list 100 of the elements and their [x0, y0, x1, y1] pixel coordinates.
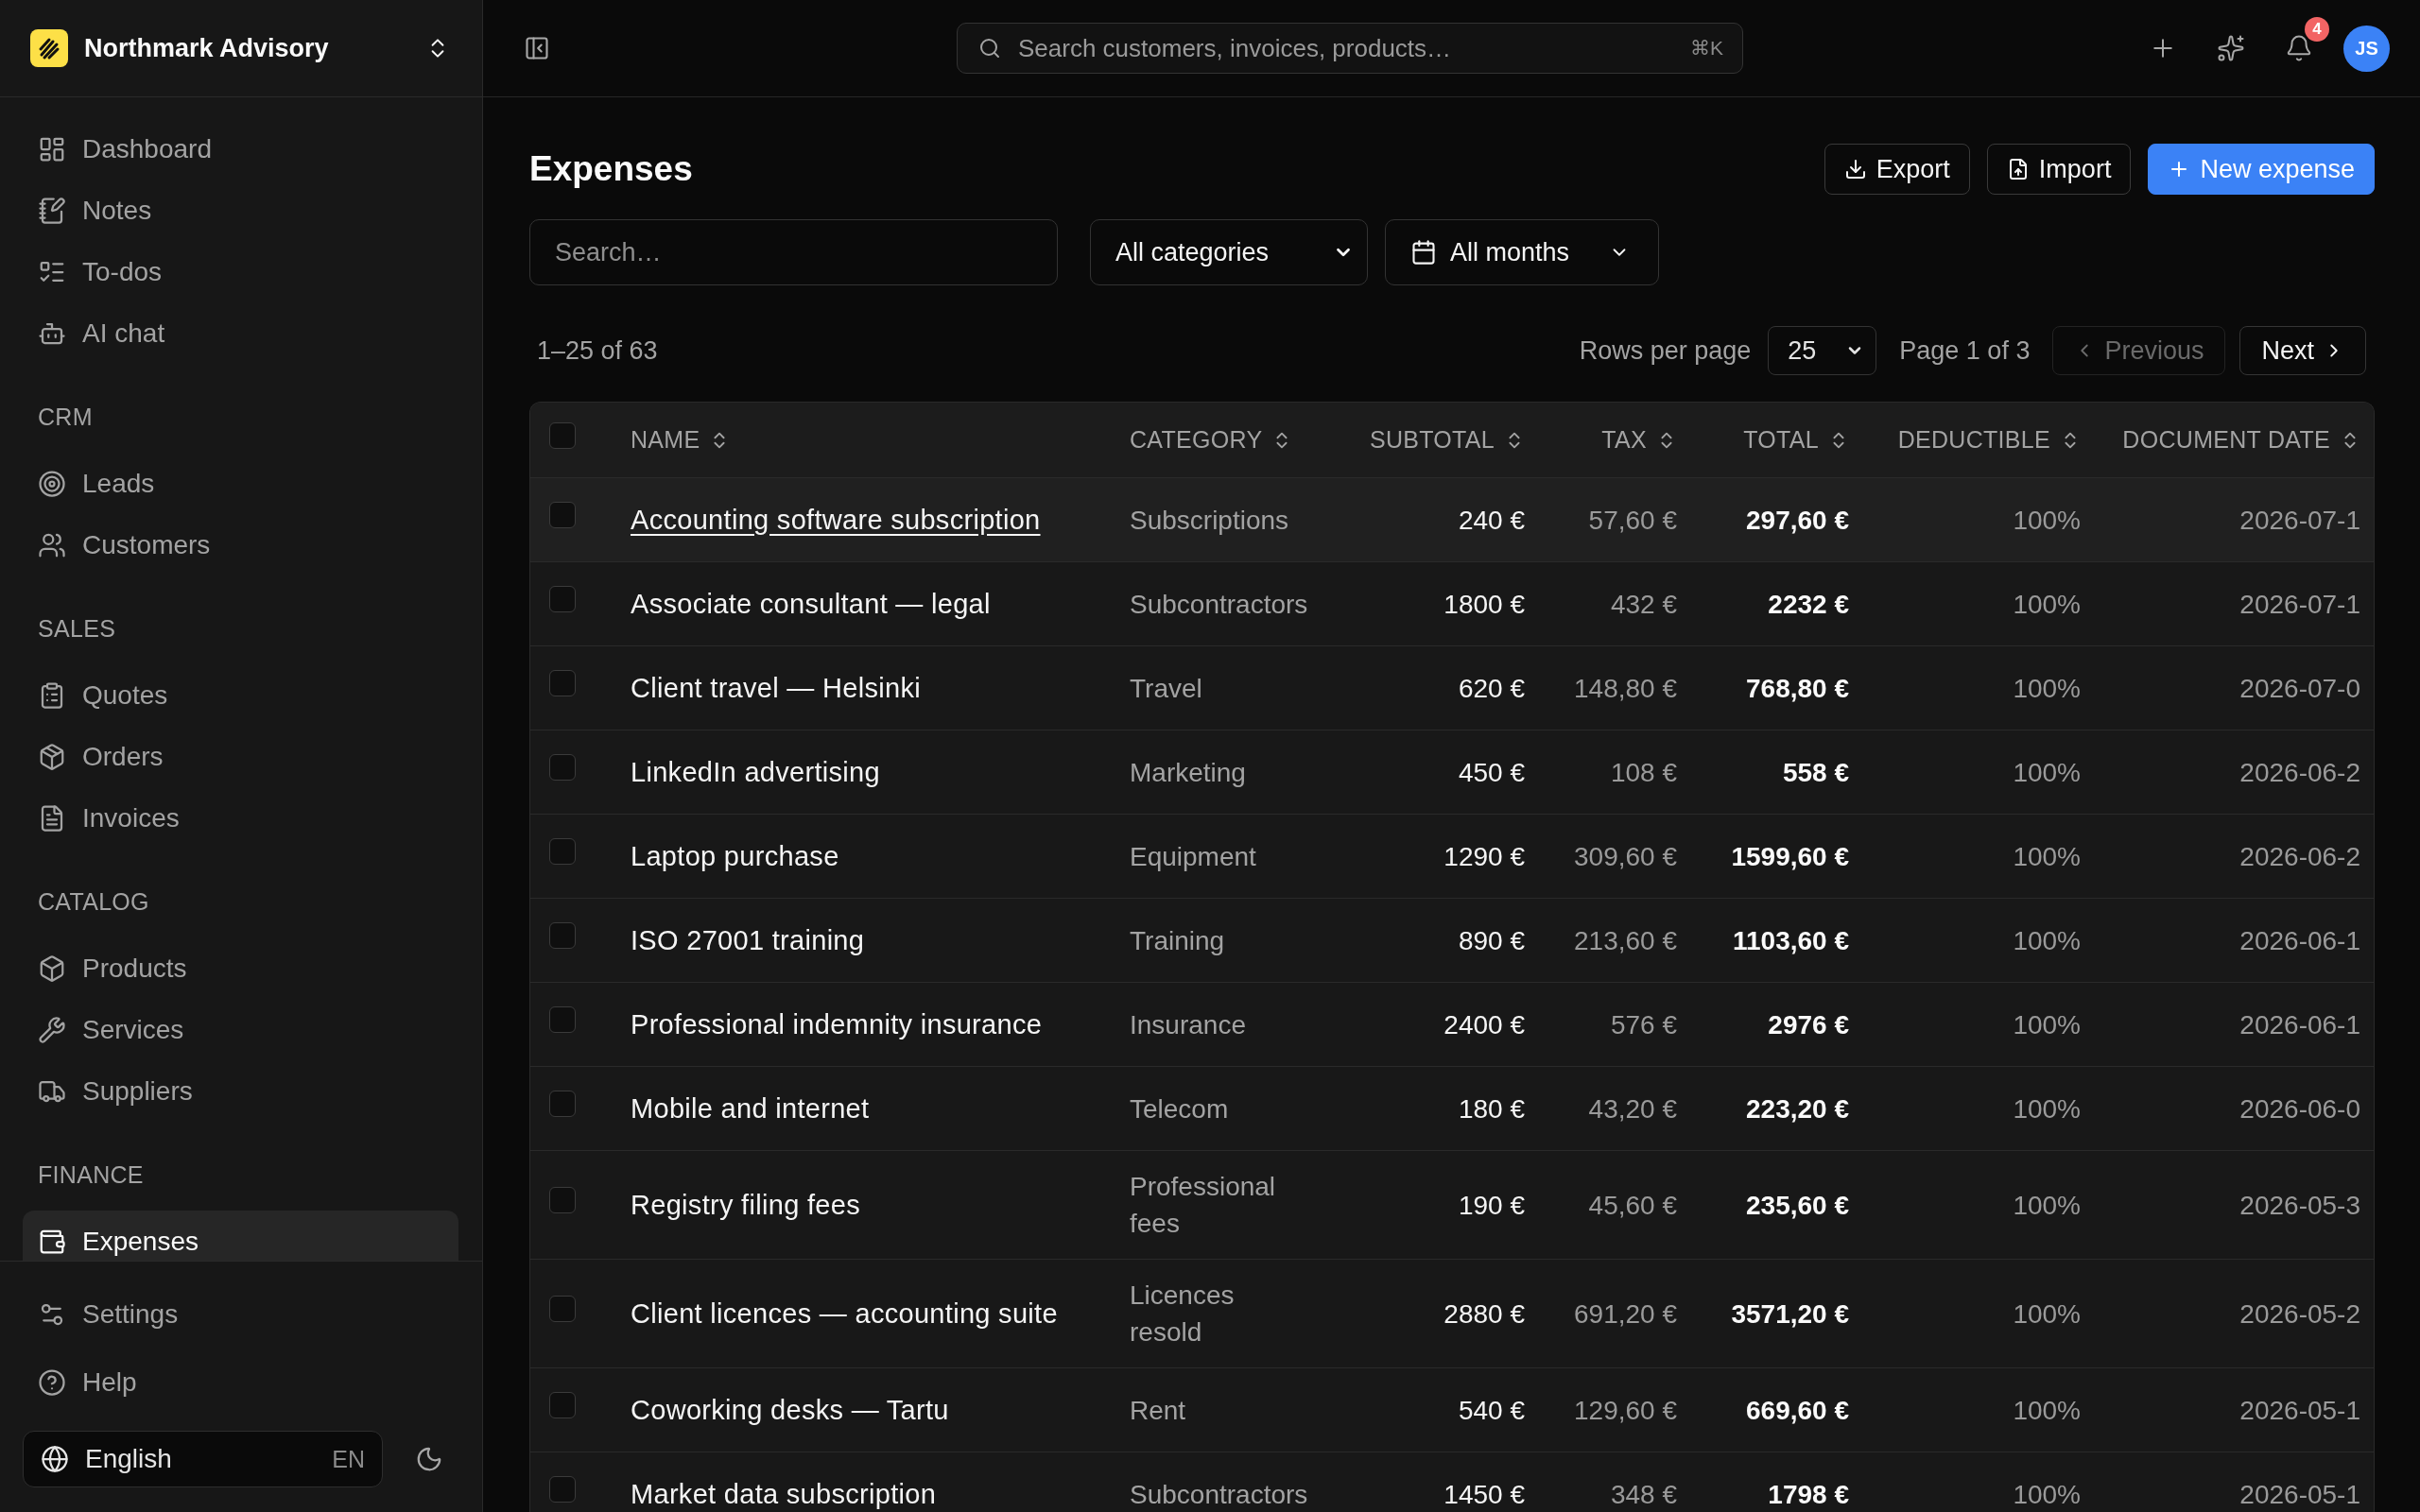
column-header[interactable]: SUBTOTAL: [1369, 426, 1525, 454]
target-icon: [38, 469, 66, 498]
logo-icon: [30, 29, 68, 67]
sidebar-item[interactable]: To-dos: [23, 241, 458, 302]
search-field[interactable]: Search…: [529, 219, 1058, 285]
expense-name-link[interactable]: Client travel — Helsinki: [631, 672, 921, 703]
document-date: 2026-06-0: [2239, 1093, 2360, 1124]
month-filter[interactable]: All months: [1385, 219, 1660, 285]
subtotal-amount: 890 €: [1458, 925, 1525, 955]
sidebar-item[interactable]: Dashboard: [23, 118, 458, 180]
sidebar-item[interactable]: Orders: [23, 726, 458, 787]
moon-icon[interactable]: [415, 1445, 443, 1473]
category-text: Travel: [1130, 673, 1202, 703]
sidebar-item[interactable]: Notes: [23, 180, 458, 241]
expense-name-link[interactable]: Associate consultant — legal: [631, 588, 991, 619]
panel-left-icon[interactable]: [524, 35, 550, 61]
sidebar-item[interactable]: Quotes: [23, 664, 458, 726]
sparkles-icon[interactable]: [2217, 34, 2245, 62]
row-checkbox[interactable]: [549, 1392, 576, 1418]
sidebar-item[interactable]: Services: [23, 999, 458, 1060]
search-icon: [978, 37, 1001, 60]
expense-name-link[interactable]: LinkedIn advertising: [631, 756, 880, 787]
total-amount: 1103,60 €: [1732, 925, 1849, 955]
column-header[interactable]: CATEGORY: [1130, 426, 1293, 454]
sidebar-item[interactable]: Suppliers: [23, 1060, 458, 1122]
sidebar-item[interactable]: Settings: [23, 1283, 458, 1346]
row-checkbox[interactable]: [549, 670, 576, 696]
calendar-icon: [1410, 239, 1437, 266]
tax-amount: 348 €: [1610, 1479, 1677, 1509]
help-icon: [38, 1368, 66, 1397]
user-avatar[interactable]: JS: [2343, 25, 2390, 72]
column-header[interactable]: TAX: [1601, 426, 1677, 454]
category-text: Subcontractors: [1130, 1479, 1308, 1509]
row-checkbox[interactable]: [549, 1476, 576, 1503]
global-search-bar[interactable]: Search customers, invoices, products… ⌘K: [957, 23, 1743, 74]
document-date: 2026-06-2: [2239, 757, 2360, 787]
bell-icon[interactable]: [2285, 34, 2313, 62]
expense-name-link[interactable]: Laptop purchase: [631, 840, 839, 871]
sidebar-item[interactable]: Products: [23, 937, 458, 999]
row-checkbox[interactable]: [549, 1296, 576, 1322]
new-expense-button[interactable]: New expense: [2148, 144, 2375, 195]
expense-name-link[interactable]: Market data subscription: [631, 1478, 937, 1509]
row-checkbox[interactable]: [549, 586, 576, 612]
deductible-percent: 100%: [2013, 1093, 2081, 1124]
expense-name-link[interactable]: Coworking desks — Tartu: [631, 1394, 949, 1425]
sidebar-item[interactable]: Leads: [23, 453, 458, 514]
row-checkbox[interactable]: [549, 754, 576, 781]
document-date: 2026-07-1: [2239, 505, 2360, 535]
sidebar-item[interactable]: Customers: [23, 514, 458, 576]
deductible-percent: 100%: [2013, 757, 2081, 787]
expense-name-link[interactable]: Client licences — accounting suite: [631, 1297, 1058, 1329]
column-header[interactable]: NAME: [631, 426, 731, 454]
row-checkbox[interactable]: [549, 1091, 576, 1117]
row-checkbox[interactable]: [549, 922, 576, 949]
row-checkbox[interactable]: [549, 502, 576, 528]
deductible-percent: 100%: [2013, 505, 2081, 535]
category-text: Equipment: [1130, 841, 1256, 871]
tax-amount: 148,80 €: [1574, 673, 1677, 703]
category-select[interactable]: All categories: [1090, 219, 1368, 285]
download-icon: [1843, 158, 1867, 180]
language-select[interactable]: English EN: [23, 1431, 383, 1487]
sidebar-item[interactable]: Help: [23, 1351, 458, 1414]
workspace-switcher[interactable]: Northmark Advisory: [30, 29, 450, 67]
sidebar-item[interactable]: AI chat: [23, 302, 458, 364]
total-amount: 2232 €: [1768, 589, 1849, 619]
action-button[interactable]: Import: [1986, 144, 2132, 195]
tax-amount: 432 €: [1610, 589, 1677, 619]
expense-name-link[interactable]: Professional indemnity insurance: [631, 1008, 1043, 1040]
total-amount: 235,60 €: [1746, 1190, 1849, 1220]
select-all-checkbox[interactable]: [549, 421, 576, 449]
subtotal-amount: 1800 €: [1443, 589, 1525, 619]
expense-name-link[interactable]: Accounting software subscription: [631, 504, 1041, 535]
deductible-percent: 100%: [2013, 1395, 2081, 1425]
package-icon: [38, 742, 66, 771]
sidebar-item[interactable]: Expenses: [23, 1211, 458, 1261]
row-checkbox[interactable]: [549, 838, 576, 865]
rows-per-page-select[interactable]: 25: [1768, 326, 1877, 375]
total-amount: 558 €: [1782, 757, 1849, 787]
tax-amount: 691,20 €: [1574, 1298, 1677, 1329]
next-page-button[interactable]: Next: [2239, 326, 2366, 375]
expense-name-link[interactable]: ISO 27001 training: [631, 924, 865, 955]
tax-amount: 43,20 €: [1588, 1093, 1677, 1124]
expense-name-link[interactable]: Mobile and internet: [631, 1092, 870, 1124]
expense-name-link[interactable]: Registry filing fees: [631, 1189, 860, 1220]
tax-amount: 213,60 €: [1574, 925, 1677, 955]
sidebar-item[interactable]: Invoices: [23, 787, 458, 849]
row-checkbox[interactable]: [549, 1006, 576, 1033]
category-text: Subcontractors: [1130, 589, 1308, 619]
subtotal-amount: 180 €: [1458, 1093, 1525, 1124]
category-text: Telecom: [1130, 1093, 1229, 1124]
subtotal-amount: 540 €: [1458, 1395, 1525, 1425]
category-text: Subscriptions: [1130, 505, 1289, 535]
global-search-input[interactable]: Search customers, invoices, products…: [1018, 33, 1673, 63]
row-checkbox[interactable]: [549, 1187, 576, 1213]
wrench-icon: [38, 1015, 66, 1044]
action-button[interactable]: Export: [1824, 144, 1970, 195]
column-header[interactable]: DEDUCTIBLE: [1897, 426, 2081, 454]
column-header[interactable]: DOCUMENT DATE: [2122, 426, 2360, 454]
column-header[interactable]: TOTAL: [1743, 426, 1849, 454]
total-amount: 768,80 €: [1746, 673, 1849, 703]
